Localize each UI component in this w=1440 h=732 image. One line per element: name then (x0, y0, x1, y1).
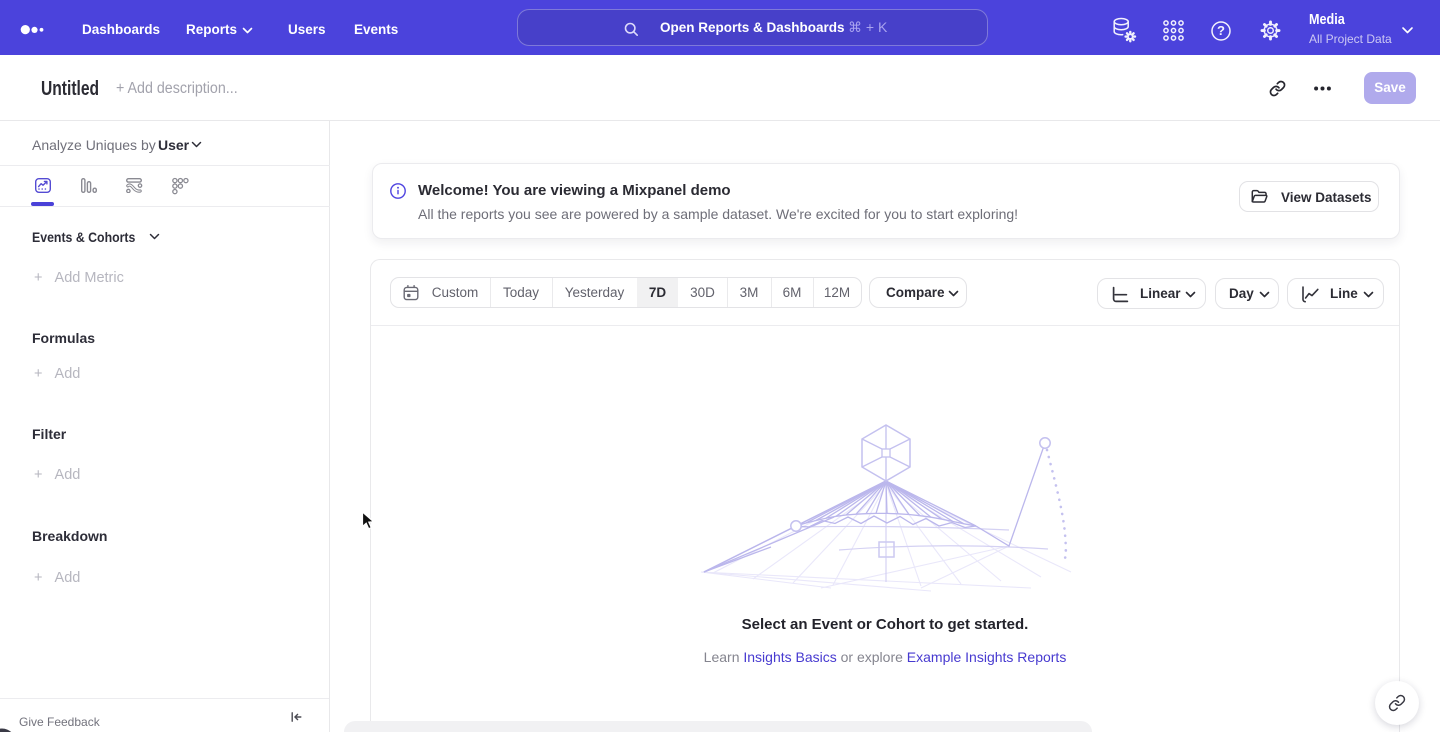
svg-text:?: ? (1217, 23, 1225, 38)
